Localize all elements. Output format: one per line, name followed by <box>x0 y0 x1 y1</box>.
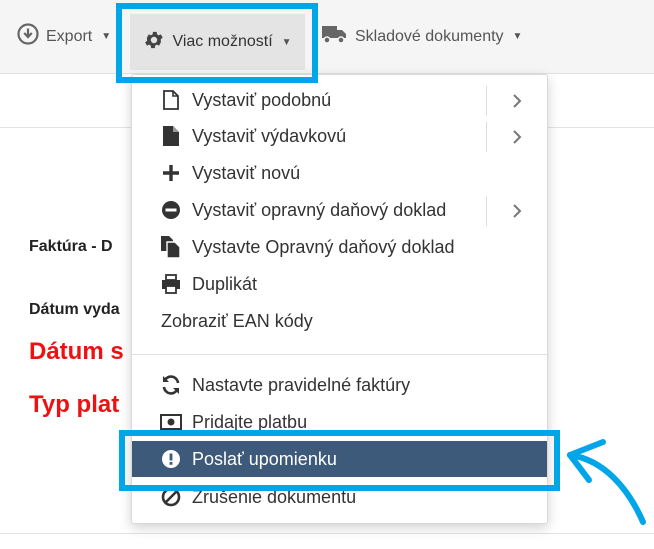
divider <box>0 533 654 534</box>
payment-type-warning: Typ plat <box>29 391 120 418</box>
caret-down-icon: ▼ <box>512 31 523 42</box>
file-solid-icon <box>160 125 182 147</box>
money-icon <box>160 411 182 433</box>
menu-item-label: Zobraziť EAN kódy <box>161 310 313 331</box>
menu-item-show-ean[interactable]: Zobraziť EAN kódy <box>132 303 547 339</box>
menu-item-issue-new[interactable]: Vystaviť novú <box>132 155 547 191</box>
menu-item-cancel-document[interactable]: Zrušenie dokumentu <box>132 479 547 515</box>
download-circle-icon <box>17 23 39 50</box>
ban-icon <box>160 486 182 508</box>
invoice-title: Faktúra - D <box>29 238 113 255</box>
more-options-menu: Vystaviť podobnú Vystaviť výdavkovú Vyst… <box>131 74 548 524</box>
exclamation-circle-icon <box>160 448 182 470</box>
menu-divider <box>132 354 547 355</box>
minus-circle-icon <box>160 199 182 221</box>
menu-item-label: Vystavte Opravný daňový doklad <box>192 236 455 257</box>
date-warning: Dátum s <box>29 338 124 365</box>
plus-icon <box>160 162 182 184</box>
menu-item-issue-credit-note-alt[interactable]: Vystavte Opravný daňový doklad <box>132 229 547 265</box>
menu-item-label: Vystaviť výdavkovú <box>192 125 347 146</box>
refresh-icon <box>160 374 182 396</box>
caret-down-icon: ▼ <box>281 36 292 48</box>
menu-item-issue-expense[interactable]: Vystaviť výdavkovú <box>132 118 547 154</box>
files-icon <box>160 236 182 258</box>
export-button[interactable]: Export ▼ <box>17 0 111 73</box>
menu-item-issue-credit-note[interactable]: Vystaviť opravný daňový doklad <box>132 192 547 228</box>
stock-documents-label: Skladové dokumenty <box>355 27 504 45</box>
menu-item-label: Vystaviť novú <box>192 162 301 183</box>
truck-icon <box>322 23 348 50</box>
menu-item-label: Duplikát <box>192 273 258 294</box>
menu-item-send-reminder[interactable]: Poslať upomienku <box>132 441 547 477</box>
menu-item-label: Zrušenie dokumentu <box>192 486 357 507</box>
menu-item-label: Poslať upomienku <box>192 448 337 469</box>
more-options-button[interactable]: Viac možností ▼ <box>130 14 305 70</box>
menu-item-add-payment[interactable]: Pridajte platbu <box>132 404 547 440</box>
menu-item-issue-similar[interactable]: Vystaviť podobnú <box>132 82 547 118</box>
issue-date-label: Dátum vyda <box>29 301 120 318</box>
submenu-chevron-icon[interactable] <box>486 196 547 226</box>
more-options-label: Viac možností <box>172 33 273 50</box>
menu-item-duplicate[interactable]: Duplikát <box>132 266 547 302</box>
stock-documents-button[interactable]: Skladové dokumenty ▼ <box>322 0 522 73</box>
export-label: Export <box>46 27 93 45</box>
menu-item-label: Vystaviť opravný daňový doklad <box>192 199 447 220</box>
submenu-chevron-icon[interactable] <box>486 86 547 116</box>
submenu-chevron-icon[interactable] <box>486 122 547 152</box>
pointer-arrow-icon <box>567 439 646 525</box>
print-icon <box>160 273 182 295</box>
menu-item-label: Nastavte pravidelné faktúry <box>192 374 411 395</box>
gear-icon <box>143 29 165 56</box>
caret-down-icon: ▼ <box>101 31 112 42</box>
menu-item-recurring-invoices[interactable]: Nastavte pravidelné faktúry <box>132 367 547 403</box>
toolbar: Export ▼ Viac možností ▼ Skladové dokume… <box>0 0 654 74</box>
file-outline-icon <box>160 89 182 111</box>
menu-item-label: Pridajte platbu <box>192 411 308 432</box>
menu-item-label: Vystaviť podobnú <box>192 89 332 110</box>
